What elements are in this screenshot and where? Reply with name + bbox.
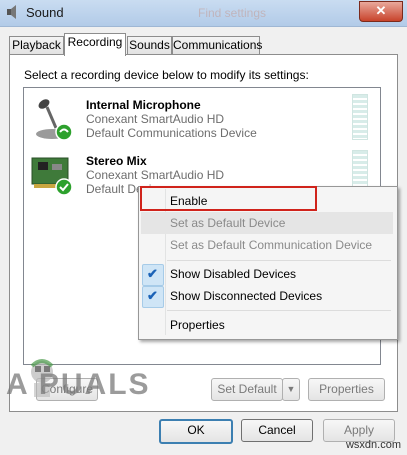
window-title: Sound: [26, 5, 64, 20]
device-name: Stereo Mix: [86, 154, 147, 168]
tab-playback[interactable]: Playback: [9, 36, 64, 55]
menu-item-show-disconnected-devices[interactable]: ✔ Show Disconnected Devices: [141, 285, 393, 308]
device-item-internal-microphone[interactable]: Internal Microphone Conexant SmartAudio …: [24, 92, 378, 146]
device-driver: Conexant SmartAudio HD: [86, 168, 225, 182]
menu-item-properties[interactable]: Properties: [141, 314, 393, 336]
background-window-ghost-text: Find settings: [198, 6, 267, 20]
tab-sounds[interactable]: Sounds: [127, 36, 172, 55]
tab-communications[interactable]: Communications: [172, 36, 262, 55]
menu-item-label: Set as Default Device: [170, 216, 286, 230]
menu-separator: [167, 310, 391, 311]
title-bar: Sound Find settings ✕: [0, 0, 407, 27]
tab-recording[interactable]: Recording: [64, 33, 126, 56]
menu-item-label: Set as Default Communication Device: [170, 238, 373, 252]
close-button[interactable]: ✕: [359, 1, 403, 22]
ok-button[interactable]: OK: [159, 419, 233, 444]
checkmark-icon: ✔: [142, 286, 164, 308]
instruction-text: Select a recording device below to modif…: [24, 68, 309, 82]
chevron-down-icon: ▼: [286, 384, 296, 394]
device-status: Default Communications Device: [86, 126, 257, 140]
device-driver: Conexant SmartAudio HD: [86, 112, 225, 126]
properties-button[interactable]: Properties: [308, 378, 385, 401]
menu-item-label: Show Disabled Devices: [170, 267, 297, 281]
watermark-text: A PUALS: [6, 368, 151, 401]
menu-item-set-default-communication-device[interactable]: Set as Default Communication Device: [141, 234, 393, 256]
set-default-button[interactable]: Set Default: [211, 378, 283, 401]
speaker-icon: [7, 5, 16, 19]
cancel-button[interactable]: Cancel: [241, 419, 313, 442]
menu-item-label: Show Disconnected Devices: [170, 289, 323, 303]
sound-card-icon: [31, 157, 73, 196]
device-name: Internal Microphone: [86, 98, 201, 112]
microphone-icon: [36, 99, 73, 141]
menu-item-label: Properties: [170, 318, 225, 332]
level-meter: [352, 94, 368, 140]
set-default-dropdown-button[interactable]: ▼: [282, 378, 300, 401]
menu-item-show-disabled-devices[interactable]: ✔ Show Disabled Devices: [141, 263, 393, 286]
menu-item-set-default-device[interactable]: Set as Default Device: [141, 212, 393, 234]
checkmark-icon: ✔: [142, 264, 164, 286]
site-label: wsxdn.com: [345, 439, 401, 451]
highlight-box: [140, 186, 317, 211]
menu-separator: [167, 260, 391, 261]
close-icon: ✕: [375, 3, 387, 18]
